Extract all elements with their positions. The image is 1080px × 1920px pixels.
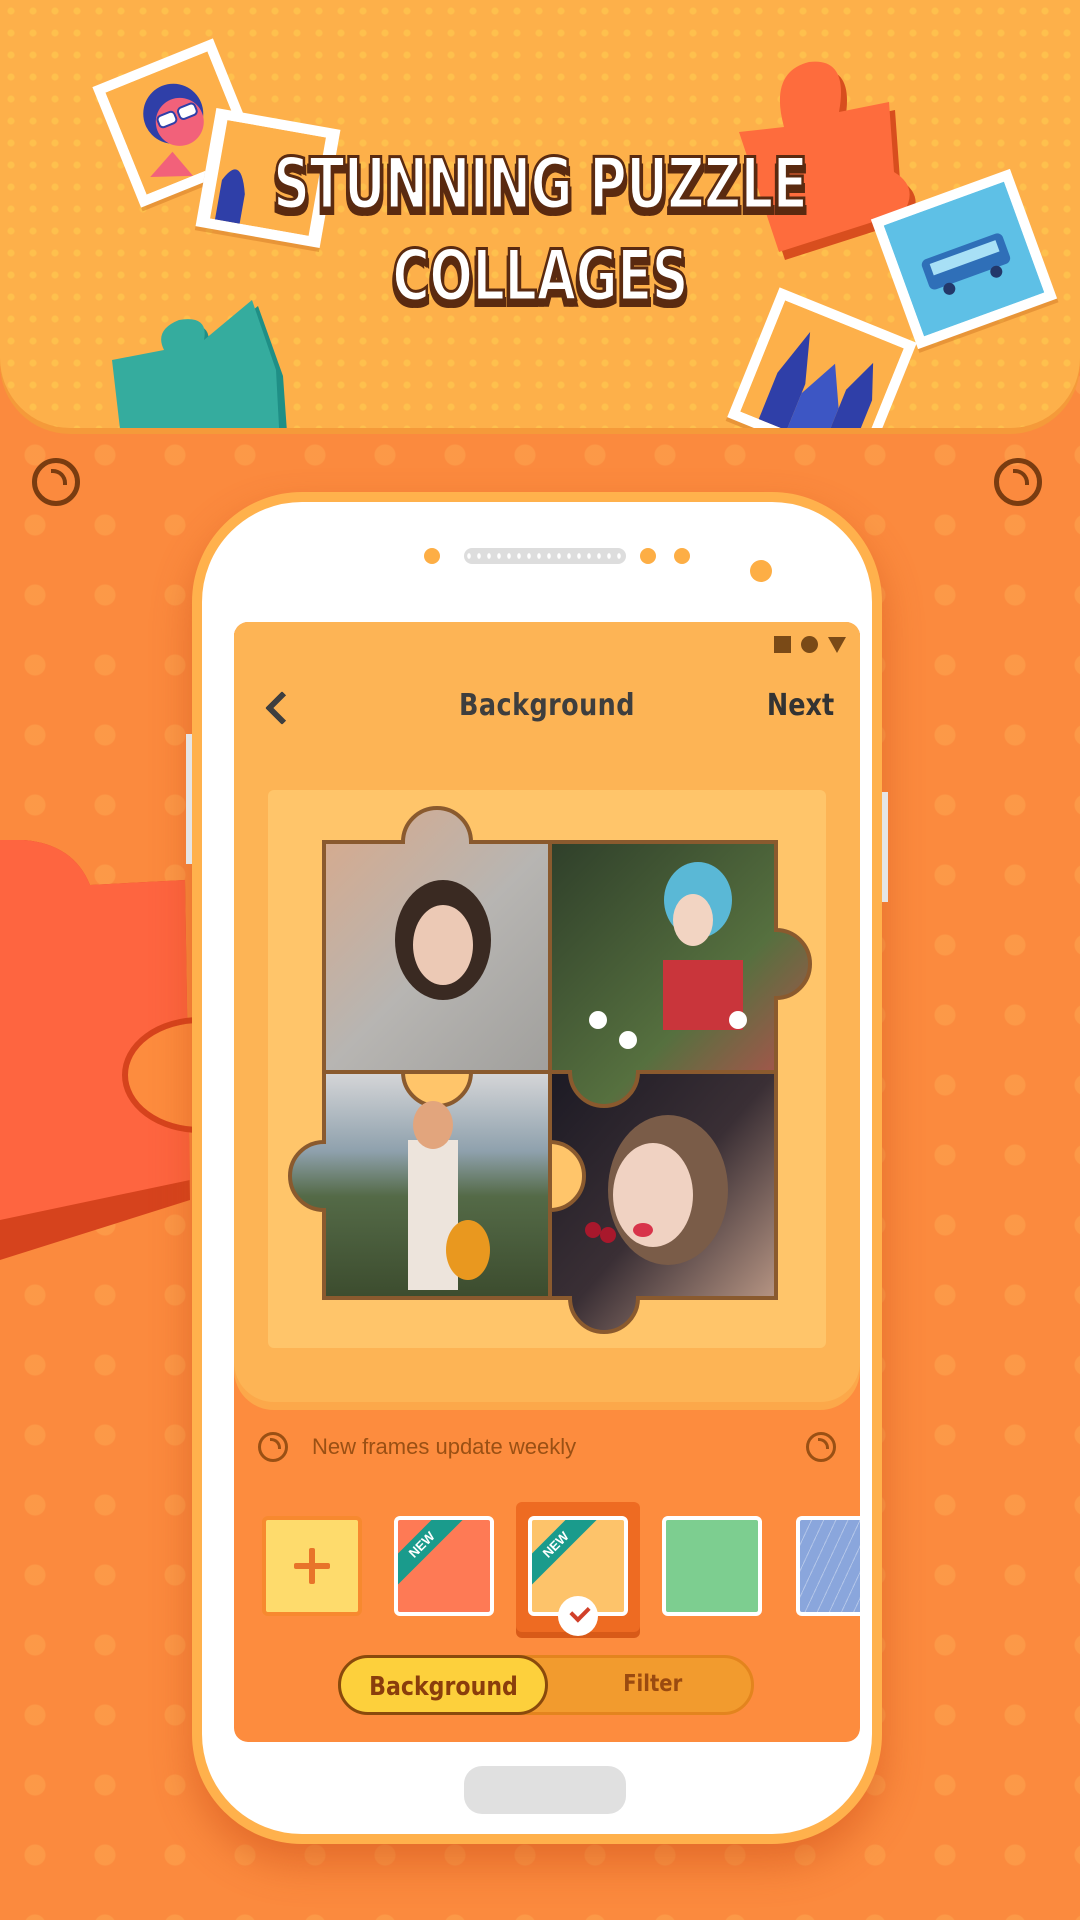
plus-icon bbox=[294, 1548, 330, 1584]
add-background-button[interactable] bbox=[262, 1516, 362, 1616]
status-bar bbox=[774, 636, 846, 653]
page-title: Background bbox=[459, 688, 635, 723]
swatch-coral[interactable]: NEW bbox=[394, 1516, 494, 1616]
headline-line-2: COLLAGES bbox=[391, 234, 690, 319]
square-icon bbox=[774, 636, 791, 653]
front-camera-dot bbox=[750, 560, 772, 582]
home-button[interactable] bbox=[464, 1766, 626, 1814]
collage-piece-bottom-right[interactable] bbox=[548, 1070, 778, 1334]
collage-canvas bbox=[268, 790, 826, 1348]
background-swatch-list: NEW NEW bbox=[262, 1502, 860, 1636]
ring-decoration bbox=[994, 458, 1042, 506]
new-badge: NEW bbox=[398, 1520, 466, 1589]
red-puzzle-piece-icon bbox=[0, 840, 200, 1260]
ring-decoration bbox=[32, 458, 80, 506]
camera-dot bbox=[424, 548, 440, 564]
phone-mockup: Background Next New frames update weekly… bbox=[186, 492, 888, 1844]
circle-icon bbox=[801, 636, 818, 653]
app-screen: Background Next New frames update weekly… bbox=[234, 622, 860, 1742]
top-bar: Background Next bbox=[234, 682, 860, 732]
speaker-grille bbox=[464, 548, 626, 564]
tab-background[interactable]: Background bbox=[338, 1655, 548, 1715]
mode-toggle: Background Filter bbox=[338, 1655, 754, 1715]
collage-piece-bottom-left[interactable] bbox=[288, 1070, 552, 1300]
update-notice: New frames update weekly bbox=[258, 1427, 836, 1467]
sensor-dot bbox=[674, 548, 690, 564]
promo-banner: STUNNING PUZZLE COLLAGES bbox=[0, 0, 1080, 428]
ring-icon bbox=[258, 1432, 288, 1462]
ring-icon bbox=[806, 1432, 836, 1462]
update-notice-text: New frames update weekly bbox=[312, 1434, 577, 1459]
checkmark-icon bbox=[558, 1596, 598, 1636]
headline-line-1: STUNNING PUZZLE bbox=[272, 142, 809, 227]
collage-piece-top-left[interactable] bbox=[322, 806, 586, 1074]
triangle-icon bbox=[828, 636, 846, 653]
puzzle-collage bbox=[288, 806, 812, 1334]
collage-piece-top-right[interactable] bbox=[548, 840, 812, 1108]
sensor-dot bbox=[640, 548, 656, 564]
swatch-green[interactable] bbox=[662, 1516, 762, 1616]
next-button[interactable]: Next bbox=[767, 688, 834, 723]
tab-filter[interactable]: Filter bbox=[549, 1655, 757, 1715]
swatch-blue-pattern[interactable] bbox=[796, 1516, 860, 1616]
new-badge: NEW bbox=[532, 1520, 600, 1589]
